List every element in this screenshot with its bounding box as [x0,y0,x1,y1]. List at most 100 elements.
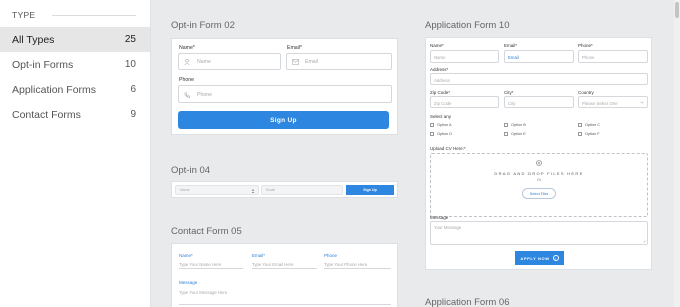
contact-form-05-preview[interactable]: Name* Type Your Name Here Email* Type Yo… [171,243,398,307]
name-placeholder: Name [180,188,190,192]
option-b-checkbox[interactable] [504,123,508,127]
email-field[interactable]: Email [261,185,343,195]
message-field[interactable] [179,304,391,305]
arrow-right-icon: › [552,255,559,261]
resize-handle-icon[interactable] [643,240,646,243]
apply-now-button[interactable]: APPLY NOW › [515,251,564,265]
phone-placeholder: Phone [197,92,213,98]
sidebar-item-count: 25 [124,34,136,45]
mail-icon [292,59,299,65]
sign-up-button[interactable]: Sign Up [178,111,389,129]
email-field[interactable] [252,268,317,269]
sidebar-item-label: Opt-in Forms [12,58,74,71]
apply-now-label: APPLY NOW [520,255,550,261]
option-c-checkbox[interactable] [578,123,582,127]
section-title-optin-04: Opt-in 04 [171,165,211,176]
sidebar-item-all-types[interactable]: All Types 25 [0,27,150,52]
phone-icon [184,92,190,98]
city-label: City* [504,90,514,95]
phone-field[interactable]: Phone [178,85,392,103]
option-c-label: Option C [585,122,600,127]
address-field[interactable]: Address [430,73,648,85]
name-field[interactable]: Name [430,50,499,63]
section-title-application-06: Application Form 06 [425,297,510,307]
sidebar-item-label: All Types [12,33,55,46]
option-b-label: Option B [511,122,526,127]
name-placeholder: Name [197,59,211,65]
email-placeholder: Type Your Email Here [252,262,294,267]
sign-up-button[interactable]: Sign Up [346,185,394,195]
name-placeholder: Name [434,55,446,60]
select-files-button[interactable]: Select Files [522,188,556,199]
address-placeholder: Address [434,77,450,83]
phone-label: Phone [324,253,338,258]
name-field[interactable] [179,268,243,269]
name-placeholder: Type Your Name Here [179,262,222,267]
upload-label: Upload CV Here:* [430,146,466,151]
select-any-label: Select any [430,114,452,119]
name-field[interactable]: Name [175,185,259,195]
phone-field[interactable]: Phone [578,50,648,63]
email-field[interactable]: Email [504,50,574,63]
city-field[interactable]: City [504,96,574,108]
sidebar-item-application-forms[interactable]: Application Forms 6 [0,77,150,102]
sidebar-item-optin-forms[interactable]: Opt-in Forms 10 [0,52,150,77]
country-label: Country [578,90,594,95]
option-d-checkbox[interactable] [430,132,434,136]
name-label: Name* [179,253,193,258]
option-d-label: Option D [437,131,452,136]
country-select[interactable]: Please Select One [578,96,648,108]
page-scrollbar[interactable] [674,0,680,307]
sidebar-item-count: 6 [130,84,136,95]
application-form-10-preview[interactable]: Name* Name Email* Email Phone* Phone Add… [425,37,652,270]
name-label: Name* [179,45,195,51]
user-icon [251,188,255,193]
option-f-checkbox[interactable] [578,132,582,136]
optin-04-preview[interactable]: Name Email Sign Up [171,181,398,198]
optin-form-02-preview[interactable]: Name* Name Email* Email Phone Phone Sign… [171,38,398,135]
option-f-label: Option F [585,131,600,136]
upload-icon [536,160,542,166]
name-field[interactable]: Name [178,53,281,70]
name-label: Name* [430,43,444,48]
message-placeholder: Your Message [434,225,462,230]
filter-sidebar: TYPE All Types 25 Opt-in Forms 10 Applic… [0,0,151,307]
message-placeholder: Type Your Message Here [179,290,228,295]
message-field[interactable]: Your Message [430,221,648,245]
sidebar-item-label: Contact Forms [12,108,81,121]
sidebar-divider [52,15,136,16]
option-e-checkbox[interactable] [504,132,508,136]
email-label: Email* [504,43,518,48]
address-label: Address* [430,67,449,72]
sidebar-heading: TYPE [12,10,36,20]
email-placeholder: Email [508,55,519,60]
zip-label: Zip Code* [430,90,451,95]
drop-zone-text: DRAG AND DROP FILES HERE [494,171,584,176]
phone-label: Phone [179,77,195,83]
phone-label: Phone* [578,43,593,48]
email-placeholder: Email [305,59,318,65]
section-title-optin-02: Opt-in Form 02 [171,20,235,31]
phone-field[interactable] [324,268,391,269]
zip-field[interactable]: Zip Code [430,96,499,108]
scrollbar-thumb[interactable] [675,2,679,18]
option-a-checkbox[interactable] [430,123,434,127]
message-label: Message [430,215,449,220]
country-placeholder: Please Select One [582,100,618,106]
phone-placeholder: Type Your Phone Here [324,262,368,267]
user-icon [184,59,190,65]
message-label: Message [179,280,198,285]
phone-placeholder: Phone [582,55,595,60]
option-e-label: Option E [511,131,526,136]
drop-zone-or: Or [537,178,541,182]
sidebar-item-contact-forms[interactable]: Contact Forms 9 [0,102,150,127]
chevron-down-icon [640,101,644,104]
city-placeholder: City [508,100,516,106]
email-label: Email* [287,45,302,51]
email-field[interactable]: Email [286,53,392,70]
file-drop-zone[interactable]: DRAG AND DROP FILES HERE Or Select Files [430,153,648,217]
section-title-contact-05: Contact Form 05 [171,226,242,237]
option-a-label: Option A [437,122,452,127]
sidebar-item-count: 9 [130,109,136,120]
email-label: Email* [252,253,266,258]
